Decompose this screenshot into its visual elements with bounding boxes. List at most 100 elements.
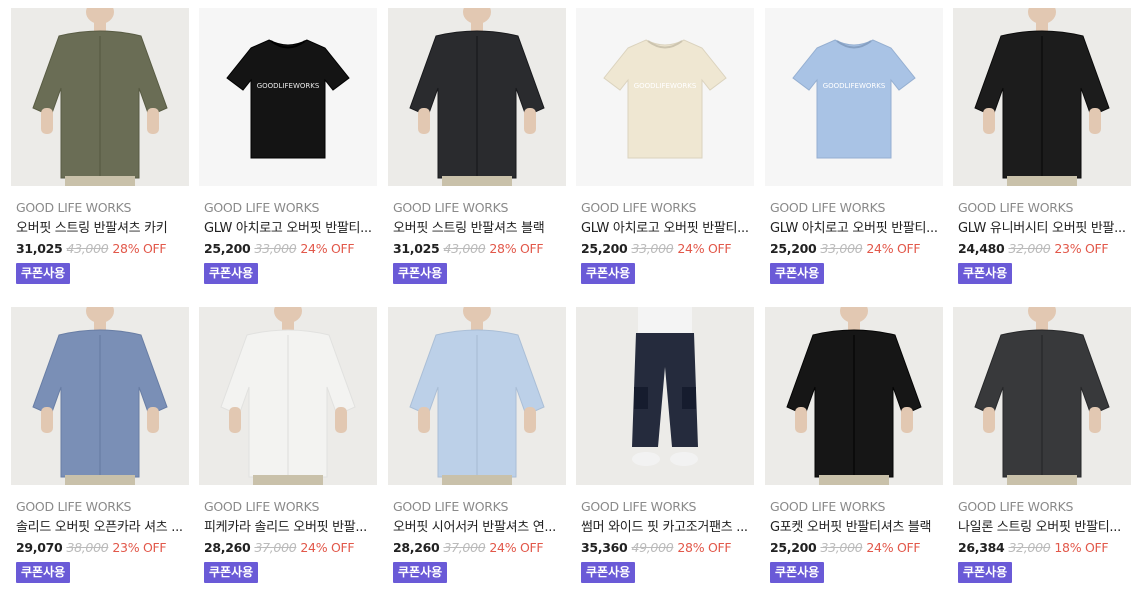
cargo-pocket [682, 387, 696, 409]
product-brand: GOOD LIFE WORKS [393, 200, 509, 215]
product-brand: GOOD LIFE WORKS [204, 200, 320, 215]
product-card[interactable]: GOODLIFEWORKS GOOD LIFE WORKS GLW 아치로고 오… [199, 8, 377, 284]
product-name[interactable]: 오버핏 스트링 반팔셔츠 블랙 [388, 219, 566, 238]
model-arm [418, 407, 430, 433]
product-card[interactable]: GOOD LIFE WORKS G포켓 오버핏 반팔티셔츠 블랙 25,200 3… [765, 307, 943, 583]
product-image[interactable] [388, 8, 566, 186]
model-pants [65, 475, 135, 485]
coupon-badge[interactable]: 쿠폰사용 [16, 562, 71, 583]
product-image[interactable] [953, 8, 1131, 186]
model-pants [65, 176, 135, 186]
original-price: 37,000 [443, 540, 486, 555]
product-card[interactable]: GOOD LIFE WORKS 나일론 스트링 오버핏 반팔티... 26,38… [953, 307, 1131, 583]
product-card[interactable]: GOOD LIFE WORKS GLW 유니버시티 오버핏 반팔... 24,4… [953, 8, 1131, 284]
coupon-badge[interactable]: 쿠폰사용 [16, 263, 71, 284]
original-price: 43,000 [443, 241, 486, 256]
sale-price: 29,070 [16, 540, 63, 555]
model-pants [253, 475, 323, 485]
discount-rate: 24% OFF [300, 241, 355, 256]
original-price: 33,000 [631, 241, 674, 256]
price-row: 28,260 37,000 24% OFF [388, 539, 566, 557]
product-photo [953, 307, 1131, 485]
coupon-badge[interactable]: 쿠폰사용 [204, 562, 259, 583]
price-row: 31,025 43,000 28% OFF [388, 240, 566, 258]
original-price: 32,000 [1008, 540, 1051, 555]
product-name[interactable]: GLW 아치로고 오버핏 반팔티... [576, 219, 754, 238]
coupon-badge[interactable]: 쿠폰사용 [770, 263, 825, 284]
model-arm [1089, 407, 1101, 433]
left-shoe [632, 452, 660, 466]
model-shirt [638, 307, 692, 337]
model-arm [41, 108, 53, 134]
coupon-badge[interactable]: 쿠폰사용 [581, 263, 636, 284]
model-pants [819, 475, 889, 485]
product-image[interactable] [576, 307, 754, 485]
model-arm [983, 108, 995, 134]
discount-rate: 24% OFF [300, 540, 355, 555]
model-arm [418, 108, 430, 134]
price-row: 24,480 32,000 23% OFF [953, 240, 1131, 258]
product-brand: GOOD LIFE WORKS [16, 499, 132, 514]
product-card[interactable]: GOOD LIFE WORKS 오버핏 스트링 반팔셔츠 카키 31,025 43… [11, 8, 189, 284]
product-image[interactable]: GOODLIFEWORKS [199, 8, 377, 186]
sale-price: 25,200 [770, 241, 817, 256]
model-arm [147, 108, 159, 134]
coupon-badge[interactable]: 쿠폰사용 [958, 562, 1013, 583]
product-name[interactable]: GLW 아치로고 오버핏 반팔티... [199, 219, 377, 238]
sale-price: 28,260 [204, 540, 251, 555]
product-name[interactable]: 나일론 스트링 오버핏 반팔티... [953, 518, 1131, 537]
sale-price: 26,384 [958, 540, 1005, 555]
product-card[interactable]: GOODLIFEWORKS GOOD LIFE WORKS GLW 아치로고 오… [576, 8, 754, 284]
coupon-badge[interactable]: 쿠폰사용 [770, 562, 825, 583]
coupon-badge[interactable]: 쿠폰사용 [958, 263, 1013, 284]
coupon-badge[interactable]: 쿠폰사용 [581, 562, 636, 583]
model-pants [442, 475, 512, 485]
discount-rate: 28% OFF [489, 241, 544, 256]
product-photo [11, 307, 189, 485]
product-card[interactable]: GOOD LIFE WORKS 솔리드 오버핏 오픈카라 셔츠 ... 29,0… [11, 307, 189, 583]
product-name[interactable]: 썸머 와이드 핏 카고조거팬츠 ... [576, 518, 754, 537]
product-brand: GOOD LIFE WORKS [204, 499, 320, 514]
product-card[interactable]: GOOD LIFE WORKS 썸머 와이드 핏 카고조거팬츠 ... 35,3… [576, 307, 754, 583]
discount-rate: 23% OFF [112, 540, 167, 555]
sale-price: 35,360 [581, 540, 628, 555]
model-arm [524, 407, 536, 433]
model-pants [1007, 475, 1077, 485]
discount-rate: 24% OFF [866, 540, 921, 555]
coupon-badge[interactable]: 쿠폰사용 [204, 263, 259, 284]
coupon-badge[interactable]: 쿠폰사용 [393, 562, 448, 583]
product-brand: GOOD LIFE WORKS [393, 499, 509, 514]
product-image[interactable]: GOODLIFEWORKS [765, 8, 943, 186]
product-name[interactable]: 솔리드 오버핏 오픈카라 셔츠 ... [11, 518, 189, 537]
product-card[interactable]: GOODLIFEWORKS GOOD LIFE WORKS GLW 아치로고 오… [765, 8, 943, 284]
product-photo [953, 8, 1131, 186]
price-row: 26,384 32,000 18% OFF [953, 539, 1131, 557]
price-row: 28,260 37,000 24% OFF [199, 539, 377, 557]
sale-price: 28,260 [393, 540, 440, 555]
product-image[interactable] [11, 8, 189, 186]
product-name[interactable]: G포켓 오버핏 반팔티셔츠 블랙 [765, 518, 943, 537]
original-price: 43,000 [66, 241, 109, 256]
product-image[interactable] [388, 307, 566, 485]
product-name[interactable]: 오버핏 스트링 반팔셔츠 카키 [11, 219, 189, 238]
product-name[interactable]: 오버핏 시어서커 반팔셔츠 연... [388, 518, 566, 537]
product-image[interactable] [11, 307, 189, 485]
product-image[interactable]: GOODLIFEWORKS [576, 8, 754, 186]
coupon-badge[interactable]: 쿠폰사용 [393, 263, 448, 284]
original-price: 49,000 [631, 540, 674, 555]
product-image[interactable] [765, 307, 943, 485]
sale-price: 25,200 [581, 241, 628, 256]
product-image[interactable] [953, 307, 1131, 485]
model-arm [983, 407, 995, 433]
product-card[interactable]: GOOD LIFE WORKS 오버핏 시어서커 반팔셔츠 연... 28,26… [388, 307, 566, 583]
sale-price: 25,200 [204, 241, 251, 256]
original-price: 32,000 [1008, 241, 1051, 256]
product-name[interactable]: 피케카라 솔리드 오버핏 반팔... [199, 518, 377, 537]
product-card[interactable]: GOOD LIFE WORKS 피케카라 솔리드 오버핏 반팔... 28,26… [199, 307, 377, 583]
product-image[interactable] [199, 307, 377, 485]
product-card[interactable]: GOOD LIFE WORKS 오버핏 스트링 반팔셔츠 블랙 31,025 43… [388, 8, 566, 284]
product-photo: GOODLIFEWORKS [576, 8, 754, 186]
product-name[interactable]: GLW 유니버시티 오버핏 반팔... [953, 219, 1131, 238]
product-name[interactable]: GLW 아치로고 오버핏 반팔티... [765, 219, 943, 238]
sale-price: 31,025 [393, 241, 440, 256]
